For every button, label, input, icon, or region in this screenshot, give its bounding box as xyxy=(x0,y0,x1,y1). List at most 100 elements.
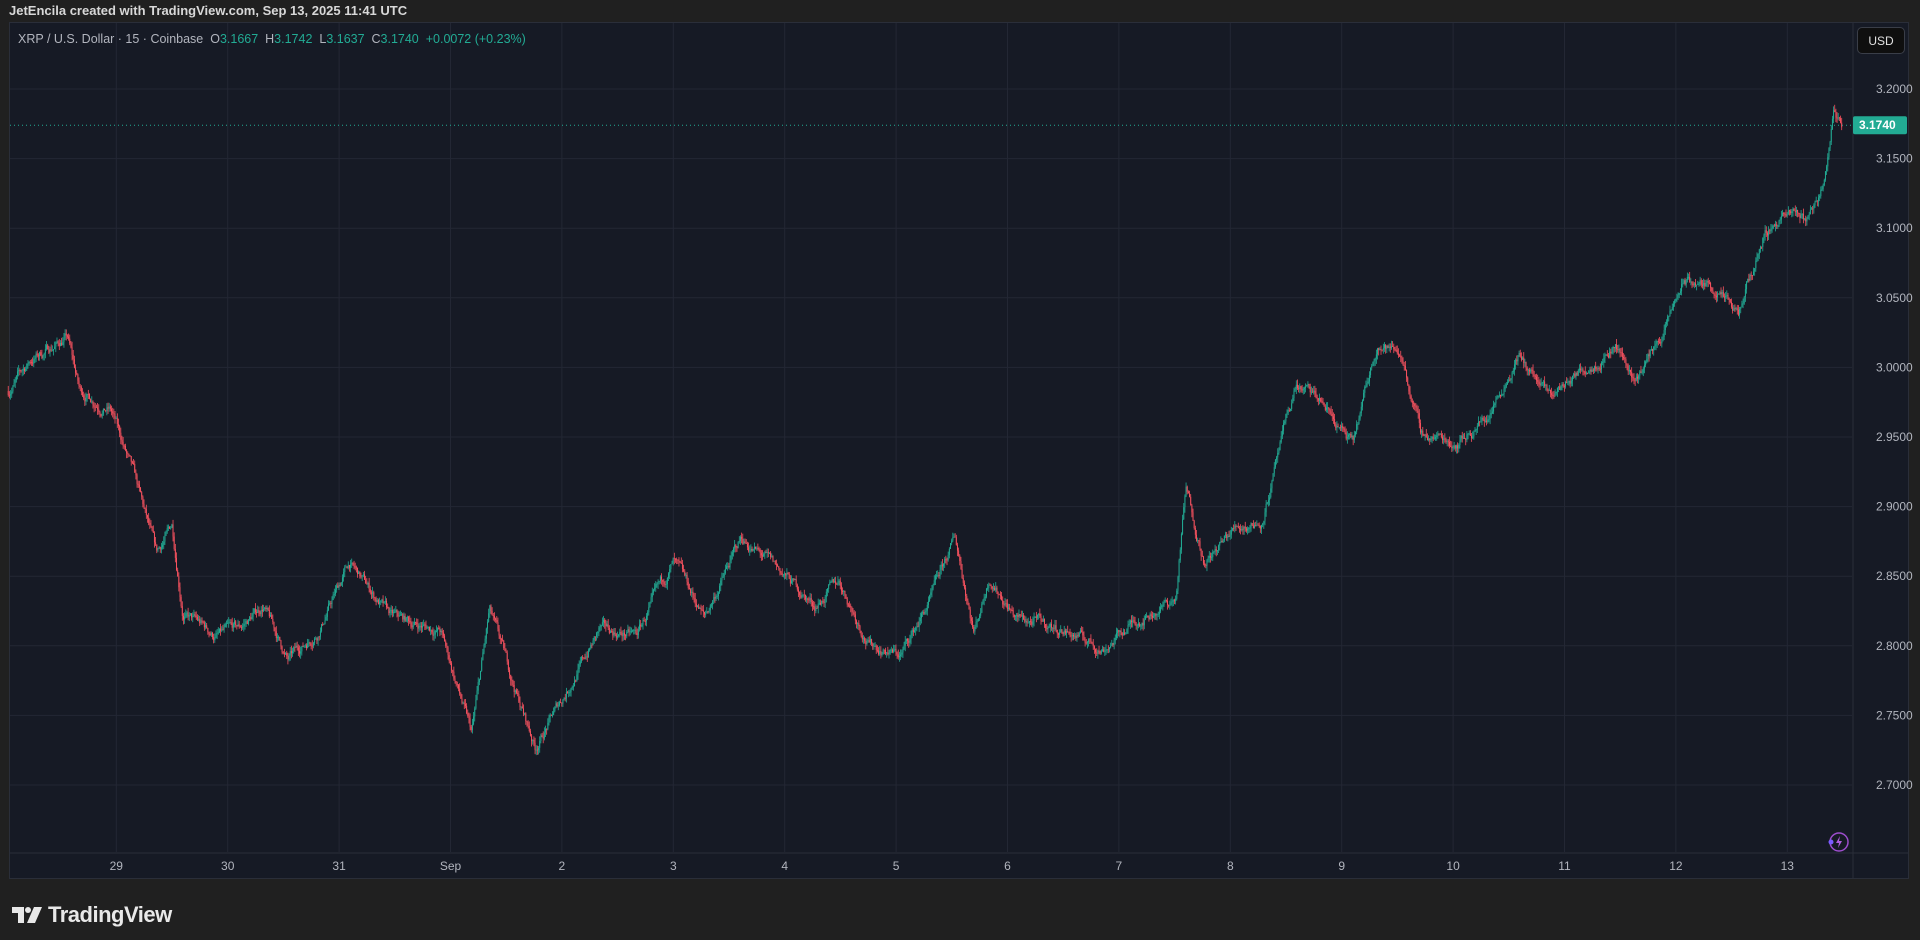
candle xyxy=(122,436,124,449)
candle-body xyxy=(1690,281,1692,283)
candle xyxy=(437,627,439,637)
candle xyxy=(193,609,195,618)
candle-body xyxy=(56,341,58,343)
candle xyxy=(489,604,491,618)
candle-body xyxy=(1237,525,1239,529)
candle-body xyxy=(1191,505,1193,513)
candle xyxy=(963,580,965,590)
candle xyxy=(370,590,372,600)
candle xyxy=(639,619,641,632)
candle xyxy=(490,604,492,615)
candle-body xyxy=(1580,368,1582,371)
candle-body xyxy=(1698,283,1700,285)
candle xyxy=(1836,112,1838,123)
candle xyxy=(1490,407,1492,419)
candle xyxy=(133,458,135,465)
candle-body xyxy=(1568,380,1570,382)
candle-body xyxy=(142,496,144,504)
candle xyxy=(1180,532,1182,554)
candle-body xyxy=(507,661,509,670)
candle-body xyxy=(1523,357,1525,364)
candle xyxy=(1657,338,1659,346)
candle-body xyxy=(1462,437,1464,439)
symbol-title[interactable]: XRP / U.S. Dollar · 15 · Coinbase xyxy=(18,32,203,46)
candle-body xyxy=(264,607,266,609)
candle-body xyxy=(997,591,999,595)
candle-body xyxy=(908,640,910,643)
candle-body xyxy=(281,646,283,653)
candle xyxy=(826,588,828,597)
candle-body xyxy=(822,601,824,602)
candle xyxy=(455,681,457,687)
candle xyxy=(416,618,418,627)
candle-body xyxy=(71,347,73,355)
candle xyxy=(310,642,312,650)
candle xyxy=(1829,140,1831,152)
candle xyxy=(1358,415,1360,425)
candle-body xyxy=(671,563,673,565)
candle-body xyxy=(1185,486,1187,497)
candle-body xyxy=(556,703,558,707)
candle-body xyxy=(151,526,153,531)
price-chart[interactable]: 3.20003.15003.10003.05003.00002.95002.90… xyxy=(0,0,1920,940)
candle xyxy=(318,635,320,641)
candle xyxy=(1389,343,1391,353)
candle xyxy=(735,543,737,553)
candle xyxy=(890,646,892,653)
candle xyxy=(585,651,587,660)
candle-body xyxy=(1607,355,1609,358)
tradingview-logo[interactable]: TradingView xyxy=(12,902,172,928)
candle-body xyxy=(518,693,520,702)
candle-body xyxy=(746,543,748,548)
candle-body xyxy=(538,747,540,751)
candle xyxy=(846,596,848,608)
candle xyxy=(235,619,237,628)
candle-body xyxy=(144,507,146,510)
candle-body xyxy=(1437,433,1439,436)
candle xyxy=(361,575,363,581)
candle-body xyxy=(1759,246,1761,250)
candle-body xyxy=(1020,615,1022,617)
candle-body xyxy=(84,397,86,402)
candle-body xyxy=(1730,302,1732,307)
candle-body xyxy=(1633,378,1635,381)
candle xyxy=(312,641,314,649)
candle-body xyxy=(1713,293,1715,295)
candle-body xyxy=(627,629,629,633)
candle-body xyxy=(969,609,971,619)
candle-body xyxy=(828,584,830,589)
candle-body xyxy=(289,651,291,656)
candle-body xyxy=(434,631,436,635)
currency-button[interactable]: USD xyxy=(1857,27,1905,54)
candle xyxy=(1315,388,1317,399)
candle xyxy=(373,590,375,601)
candle xyxy=(1600,361,1602,374)
candle-body xyxy=(1599,368,1601,370)
candle xyxy=(353,560,355,570)
candle-body xyxy=(1316,397,1318,399)
candle-body xyxy=(849,605,851,607)
candle-body xyxy=(1457,445,1459,449)
candle xyxy=(1431,436,1433,444)
candle xyxy=(185,609,187,619)
candle xyxy=(570,687,572,697)
candle-body xyxy=(516,690,518,694)
candle xyxy=(427,626,429,631)
candle xyxy=(283,648,285,658)
candle-body xyxy=(628,629,630,632)
candle xyxy=(1312,388,1314,393)
candle xyxy=(648,602,650,616)
candle-body xyxy=(694,598,696,604)
x-tick-label: 10 xyxy=(1446,859,1460,873)
candle-body xyxy=(106,407,108,412)
candle-body xyxy=(1619,349,1621,353)
candle xyxy=(1722,286,1724,298)
candle xyxy=(1682,278,1684,288)
candle-body xyxy=(271,615,273,619)
candle xyxy=(231,617,233,632)
candle xyxy=(1742,298,1744,309)
candle xyxy=(1505,382,1507,389)
candle-body xyxy=(65,333,67,336)
candle-body xyxy=(141,492,143,497)
candle xyxy=(1739,306,1741,319)
